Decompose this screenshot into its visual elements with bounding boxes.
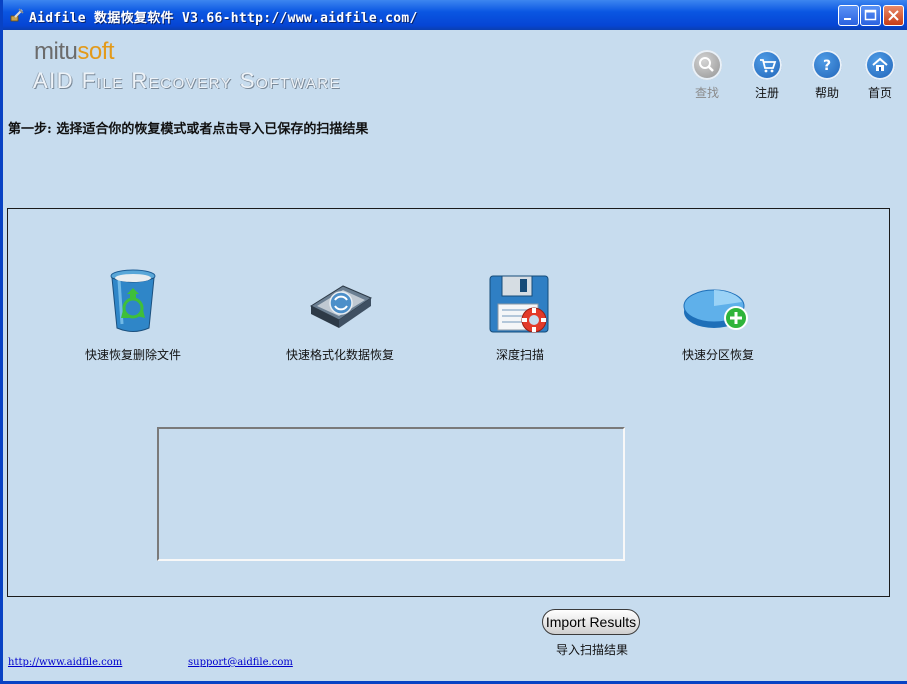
nav-help[interactable]: ? 帮助 — [797, 50, 857, 101]
minimize-icon — [844, 18, 851, 20]
nav-help-label: 帮助 — [814, 86, 839, 100]
recycle-bin-icon — [110, 269, 156, 332]
magnifier-icon — [692, 50, 722, 80]
title-bar[interactable]: Aidfile 数据恢复软件 V3.66-http://www.aidfile.… — [3, 0, 907, 30]
app-icon — [10, 8, 24, 22]
support-email-link[interactable]: support@aidfile.com — [188, 657, 293, 668]
floppy-lifebuoy-icon — [489, 275, 549, 333]
window-title: Aidfile 数据恢复软件 V3.66-http://www.aidfile.… — [29, 11, 418, 26]
home-icon — [865, 50, 895, 80]
mode-deep-scan[interactable]: 深度扫描 — [480, 274, 560, 363]
maximize-button[interactable] — [860, 5, 881, 26]
app-window: Aidfile 数据恢复软件 V3.66-http://www.aidfile.… — [0, 0, 907, 684]
import-results-caption: 导入扫描结果 — [556, 643, 629, 657]
brand-prefix: mitu — [34, 38, 78, 65]
close-button[interactable] — [883, 5, 904, 26]
cart-icon — [752, 50, 782, 80]
brand-suffix: soft — [77, 38, 115, 65]
maximize-icon — [864, 9, 877, 21]
mode-quick-deleted[interactable]: 快速恢复删除文件 — [78, 266, 188, 363]
mode-deep-scan-label: 深度扫描 — [495, 348, 544, 362]
close-icon — [888, 10, 899, 21]
nav-register[interactable]: 注册 — [737, 50, 797, 101]
nav-search-label: 查找 — [694, 86, 719, 100]
client-area: mitusoft AID File Recovery Software 查找 注… — [6, 30, 907, 681]
nav-home[interactable]: 首页 — [850, 50, 907, 101]
svg-text:?: ? — [823, 58, 831, 74]
format-drive-icon — [309, 285, 373, 328]
nav-home-label: 首页 — [867, 86, 892, 100]
product-subtitle: AID File Recovery Software — [33, 68, 342, 93]
nav-search[interactable]: 查找 — [677, 50, 737, 101]
brand-logo: mitusoft — [34, 38, 115, 66]
scan-results-box[interactable] — [157, 427, 625, 561]
step-title: 第一步: 选择适合你的恢复模式或者点击导入已保存的扫描结果 — [8, 122, 369, 137]
question-icon: ? — [812, 50, 842, 80]
mode-quick-deleted-label: 快速恢复删除文件 — [84, 348, 181, 362]
nav-register-label: 注册 — [754, 86, 779, 100]
minimize-button[interactable] — [838, 5, 859, 26]
mode-quick-format[interactable]: 快速格式化数据恢复 — [278, 276, 402, 363]
website-link[interactable]: http://www.aidfile.com — [8, 657, 122, 668]
mode-quick-format-label: 快速格式化数据恢复 — [285, 348, 394, 362]
import-results-button[interactable]: Import Results — [542, 609, 640, 635]
partition-plus-icon — [683, 289, 748, 330]
mode-quick-partition[interactable]: 快速分区恢复 — [670, 280, 766, 363]
mode-quick-partition-label: 快速分区恢复 — [681, 348, 754, 362]
